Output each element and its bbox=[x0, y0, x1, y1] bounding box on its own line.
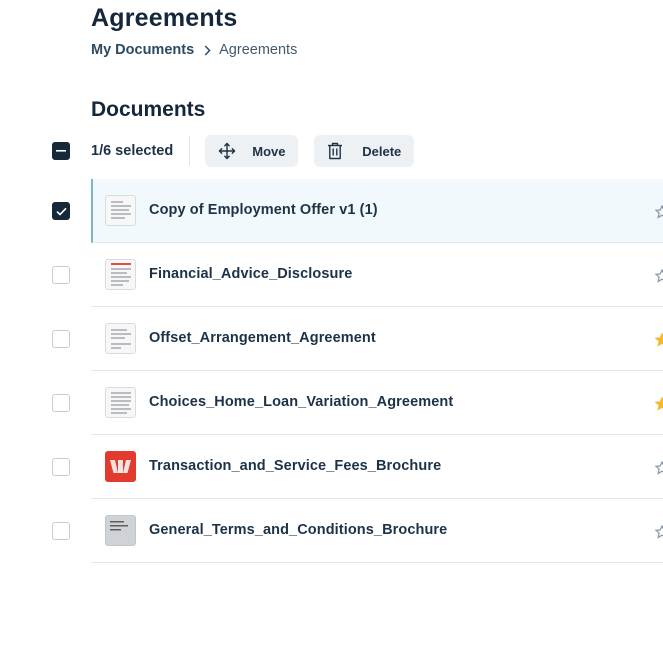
brand-logo-thumbnail bbox=[105, 451, 136, 482]
breadcrumb-current: Agreements bbox=[219, 42, 298, 58]
selection-count: 1/6 selected bbox=[91, 143, 174, 159]
row-checkbox[interactable] bbox=[52, 458, 70, 476]
row-checkbox[interactable] bbox=[52, 266, 70, 284]
checkmark-icon bbox=[55, 207, 67, 216]
move-button[interactable]: Move bbox=[205, 135, 299, 167]
document-row[interactable]: General_Terms_and_Conditions_Brochure bbox=[0, 499, 663, 563]
document-row[interactable]: Choices_Home_Loan_Variation_Agreement bbox=[0, 371, 663, 435]
document-name[interactable]: Offset_Arrangement_Agreement bbox=[149, 330, 376, 346]
document-thumbnail bbox=[105, 387, 136, 418]
document-thumbnail bbox=[105, 259, 136, 290]
row-checkbox[interactable] bbox=[52, 330, 70, 348]
select-all-checkbox[interactable] bbox=[52, 142, 70, 160]
toolbar-divider bbox=[189, 136, 191, 166]
documents-section-title: Documents bbox=[91, 98, 206, 121]
document-name[interactable]: Choices_Home_Loan_Variation_Agreement bbox=[149, 394, 453, 410]
document-row[interactable]: Offset_Arrangement_Agreement bbox=[0, 307, 663, 371]
page-title: Agreements bbox=[91, 4, 238, 32]
selection-toolbar: 1/6 selected Move Delete bbox=[52, 135, 415, 167]
document-name[interactable]: Transaction_and_Service_Fees_Brochure bbox=[149, 458, 441, 474]
document-list: Copy of Employment Offer v1 (1) Financia… bbox=[0, 179, 663, 563]
document-row[interactable]: Copy of Employment Offer v1 (1) bbox=[0, 179, 663, 243]
minus-icon bbox=[56, 150, 66, 152]
star-outline-icon[interactable] bbox=[654, 460, 663, 480]
document-thumbnail bbox=[105, 195, 136, 226]
document-thumbnail bbox=[105, 515, 136, 546]
row-checkbox[interactable] bbox=[52, 394, 70, 412]
document-name[interactable]: Copy of Employment Offer v1 (1) bbox=[149, 202, 378, 218]
row-checkbox[interactable] bbox=[52, 202, 70, 220]
document-name[interactable]: General_Terms_and_Conditions_Brochure bbox=[149, 522, 447, 538]
row-checkbox[interactable] bbox=[52, 522, 70, 540]
star-outline-icon[interactable] bbox=[654, 524, 663, 544]
document-thumbnail bbox=[105, 323, 136, 354]
star-outline-icon[interactable] bbox=[654, 204, 663, 224]
document-row[interactable]: Financial_Advice_Disclosure bbox=[0, 243, 663, 307]
document-name[interactable]: Financial_Advice_Disclosure bbox=[149, 266, 352, 282]
breadcrumb-my-documents-link[interactable]: My Documents bbox=[91, 42, 194, 58]
delete-button-label: Delete bbox=[362, 143, 402, 159]
trash-icon bbox=[327, 142, 343, 160]
document-row[interactable]: Transaction_and_Service_Fees_Brochure bbox=[0, 435, 663, 499]
star-outline-icon[interactable] bbox=[654, 268, 663, 288]
delete-button[interactable]: Delete bbox=[314, 135, 415, 167]
move-arrows-icon bbox=[218, 142, 236, 160]
move-button-label: Move bbox=[252, 143, 286, 159]
breadcrumb: My Documents Agreements bbox=[91, 42, 297, 58]
star-filled-icon[interactable] bbox=[654, 332, 663, 352]
star-filled-icon[interactable] bbox=[654, 396, 663, 416]
chevron-right-icon bbox=[204, 44, 211, 56]
